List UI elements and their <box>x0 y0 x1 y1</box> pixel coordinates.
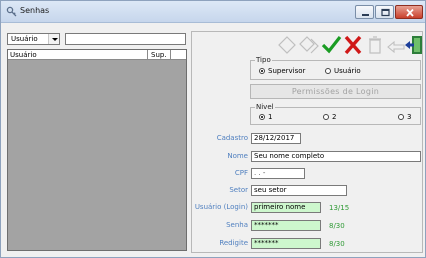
setor-field[interactable]: seu setor <box>251 185 347 196</box>
user-detail-pane: Tipo Supervisor Usuário Permissões de Lo… <box>191 31 423 253</box>
senha-label: Senha <box>226 221 248 229</box>
setor-label: Setor <box>229 186 248 194</box>
nome-field[interactable]: Seu nome completo <box>251 151 421 162</box>
user-list-pane: Usuário Usuário Sup. <box>7 31 187 251</box>
cpf-label: CPF <box>234 169 248 177</box>
search-input[interactable] <box>65 33 186 45</box>
nivel-group: Nivel 1 2 3 <box>250 103 421 125</box>
checkmark-icon <box>321 36 342 54</box>
column-header-usuario[interactable]: Usuário <box>8 50 148 60</box>
search-field-selected: Usuário <box>11 35 38 43</box>
double-diamond-outline-icon <box>299 36 319 54</box>
search-field-select[interactable]: Usuário <box>7 33 60 45</box>
tipo-group: Tipo Supervisor Usuário <box>250 56 421 80</box>
keys-app-icon <box>6 6 17 17</box>
minimize-icon <box>362 14 369 16</box>
radio-unselected-icon <box>398 114 404 120</box>
trash-can-icon <box>369 36 381 54</box>
users-grid[interactable]: Usuário Sup. <box>7 49 187 251</box>
redigite-label: Redigite <box>219 239 248 247</box>
grid-header: Usuário Sup. <box>8 50 186 60</box>
chevron-down-icon[interactable] <box>48 34 59 44</box>
cancel-x-icon <box>344 35 362 55</box>
radio-usuario-label: Usuário <box>334 67 361 75</box>
copy-button[interactable] <box>298 34 320 56</box>
radio-supervisor[interactable]: Supervisor <box>259 67 305 76</box>
exit-button[interactable] <box>404 34 424 56</box>
redigite-counter: 8/30 <box>329 240 345 248</box>
cpf-field[interactable]: . . - <box>251 168 305 179</box>
cadastro-field[interactable]: 28/12/2017 <box>251 133 301 144</box>
diamond-outline-icon <box>278 36 296 54</box>
confirm-button[interactable] <box>320 34 342 56</box>
nome-label: Nome <box>227 152 248 160</box>
cadastro-label: Cadastro <box>216 134 248 142</box>
radio-nivel-3-label: 3 <box>407 113 412 121</box>
radio-nivel-2[interactable]: 2 <box>323 113 336 122</box>
radio-supervisor-label: Supervisor <box>268 67 306 75</box>
radio-selected-icon <box>259 114 265 120</box>
nivel-legend: Nivel <box>255 103 275 112</box>
radio-selected-icon <box>259 68 265 74</box>
tipo-legend: Tipo <box>255 56 272 65</box>
maximize-icon <box>381 8 390 17</box>
radio-nivel-1-label: 1 <box>268 113 273 121</box>
radio-nivel-2-label: 2 <box>332 113 337 121</box>
senhas-window: Senhas Usuário Usuário Sup. Tipo Supervi… <box>0 0 426 258</box>
usuario-login-field[interactable]: primeiro nome <box>251 202 321 213</box>
radio-nivel-1[interactable]: 1 <box>259 113 272 122</box>
close-icon <box>406 8 414 17</box>
radio-usuario[interactable]: Usuário <box>325 67 361 76</box>
usuario-login-counter: 13/15 <box>329 204 350 212</box>
new-button[interactable] <box>276 34 298 56</box>
title-bar: Senhas <box>1 1 425 23</box>
close-button[interactable] <box>395 5 423 19</box>
usuario-login-label: Usuário (Login) <box>194 203 248 211</box>
exit-door-icon <box>405 36 422 54</box>
radio-nivel-3[interactable]: 3 <box>398 113 411 122</box>
senha-field[interactable]: ******* <box>251 220 321 231</box>
permissoes-de-login-button[interactable]: Permissões de Login <box>250 84 421 99</box>
minimize-button[interactable] <box>355 5 374 19</box>
cancel-button[interactable] <box>342 34 364 56</box>
redigite-field[interactable]: ******* <box>251 238 321 249</box>
radio-unselected-icon <box>323 114 329 120</box>
column-header-sup[interactable]: Sup. <box>149 50 171 60</box>
radio-unselected-icon <box>325 68 331 74</box>
delete-button[interactable] <box>364 34 386 56</box>
maximize-button[interactable] <box>375 5 394 19</box>
window-title: Senhas <box>20 6 50 15</box>
senha-counter: 8/30 <box>329 222 345 230</box>
